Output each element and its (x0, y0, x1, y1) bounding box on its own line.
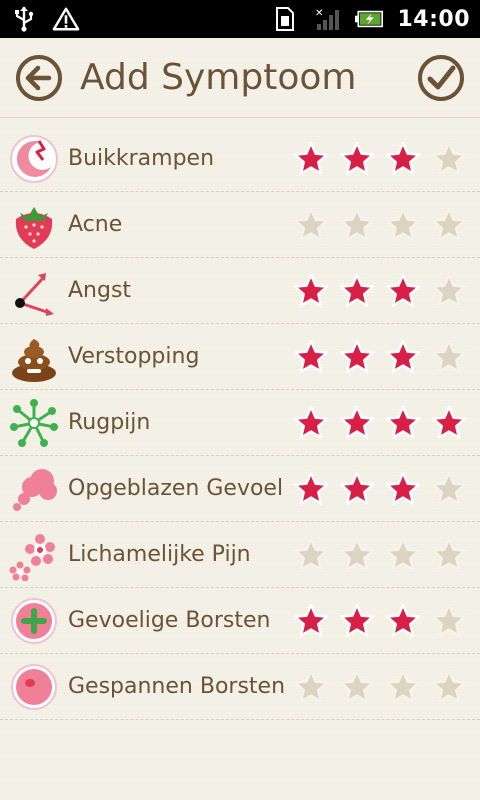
star-filled-icon[interactable] (292, 404, 330, 442)
star-empty-icon[interactable] (292, 206, 330, 244)
strawberry-icon (8, 199, 60, 251)
checkmark-icon (418, 54, 464, 101)
star-rating (292, 602, 468, 640)
star-empty-icon[interactable] (292, 536, 330, 574)
confirm-button[interactable] (416, 53, 466, 103)
star-empty-icon[interactable] (430, 272, 468, 310)
star-empty-icon[interactable] (338, 668, 376, 706)
page-title: Add Symptoom (80, 57, 357, 98)
star-filled-icon[interactable] (292, 602, 330, 640)
symptom-row[interactable]: Gevoelige Borsten (0, 588, 480, 654)
star-filled-icon[interactable] (292, 338, 330, 376)
usb-icon (10, 5, 38, 33)
symptom-label: Gespannen Borsten (68, 674, 286, 699)
star-filled-icon[interactable] (384, 272, 422, 310)
star-empty-icon[interactable] (430, 536, 468, 574)
star-empty-icon[interactable] (430, 140, 468, 178)
symptom-row[interactable]: Opgeblazen Gevoel (0, 456, 480, 522)
poop-icon (8, 331, 60, 383)
star-empty-icon[interactable] (430, 602, 468, 640)
star-filled-icon[interactable] (338, 140, 376, 178)
symptom-row[interactable]: Angst (0, 258, 480, 324)
star-rating (292, 206, 468, 244)
symptom-label: Acne (68, 212, 123, 237)
symptom-label: Opgeblazen Gevoel (68, 476, 284, 501)
symptom-label: Rugpijn (68, 410, 151, 435)
star-filled-icon[interactable] (338, 338, 376, 376)
symptom-row[interactable]: Gespannen Borsten (0, 654, 480, 720)
star-rating (292, 404, 468, 442)
symptom-row[interactable]: Rugpijn (0, 390, 480, 456)
star-empty-icon[interactable] (338, 536, 376, 574)
symptom-label: Buikkrampen (68, 146, 215, 171)
symptom-label: Lichamelijke Pijn (68, 542, 251, 567)
star-empty-icon[interactable] (430, 470, 468, 508)
star-rating (292, 140, 468, 178)
star-rating (292, 470, 468, 508)
pink-circle-icon (8, 661, 60, 713)
star-filled-icon[interactable] (338, 470, 376, 508)
battery-charging-icon (355, 5, 384, 33)
star-filled-icon[interactable] (292, 140, 330, 178)
star-rating (292, 338, 468, 376)
cramp-moon-icon (8, 133, 60, 185)
star-empty-icon[interactable] (384, 536, 422, 574)
app-screen: Add Symptoom Buikkrampen Acne Angst Verstop… (0, 38, 480, 800)
symptom-list: Buikkrampen Acne Angst Verstopping Rugpijn Op… (0, 126, 480, 720)
svg-text:✕: ✕ (315, 8, 323, 19)
cloud-puff-icon (8, 463, 60, 515)
star-empty-icon[interactable] (384, 668, 422, 706)
star-filled-icon[interactable] (338, 602, 376, 640)
pink-flowers-icon (8, 529, 60, 581)
star-filled-icon[interactable] (430, 404, 468, 442)
star-empty-icon[interactable] (384, 206, 422, 244)
star-filled-icon[interactable] (338, 404, 376, 442)
symptom-row[interactable]: Buikkrampen (0, 126, 480, 192)
star-empty-icon[interactable] (430, 668, 468, 706)
symptom-row[interactable]: Lichamelijke Pijn (0, 522, 480, 588)
clock-hands-icon (8, 265, 60, 317)
star-filled-icon[interactable] (292, 470, 330, 508)
star-rating (292, 536, 468, 574)
star-empty-icon[interactable] (430, 338, 468, 376)
plus-circle-icon (8, 595, 60, 647)
star-filled-icon[interactable] (384, 470, 422, 508)
star-filled-icon[interactable] (384, 140, 422, 178)
star-filled-icon[interactable] (384, 338, 422, 376)
star-empty-icon[interactable] (338, 206, 376, 244)
header: Add Symptoom (0, 38, 480, 118)
back-button[interactable] (14, 53, 64, 103)
star-filled-icon[interactable] (338, 272, 376, 310)
star-filled-icon[interactable] (384, 602, 422, 640)
symptom-label: Gevoelige Borsten (68, 608, 271, 633)
back-arrow-icon (16, 54, 62, 101)
symptom-label: Verstopping (68, 344, 200, 369)
star-filled-icon[interactable] (292, 272, 330, 310)
star-rating (292, 272, 468, 310)
warning-icon (52, 5, 80, 33)
signal-icon: ✕ (313, 5, 341, 33)
star-filled-icon[interactable] (384, 404, 422, 442)
star-empty-icon[interactable] (430, 206, 468, 244)
green-burst-icon (8, 397, 60, 449)
symptom-row[interactable]: Verstopping (0, 324, 480, 390)
symptom-row[interactable]: Acne (0, 192, 480, 258)
star-empty-icon[interactable] (292, 668, 330, 706)
star-rating (292, 668, 468, 706)
status-time: 14:00 (397, 6, 470, 32)
sim-icon (271, 5, 299, 33)
symptom-label: Angst (68, 278, 132, 303)
status-bar: ✕ 14:00 (0, 0, 480, 38)
